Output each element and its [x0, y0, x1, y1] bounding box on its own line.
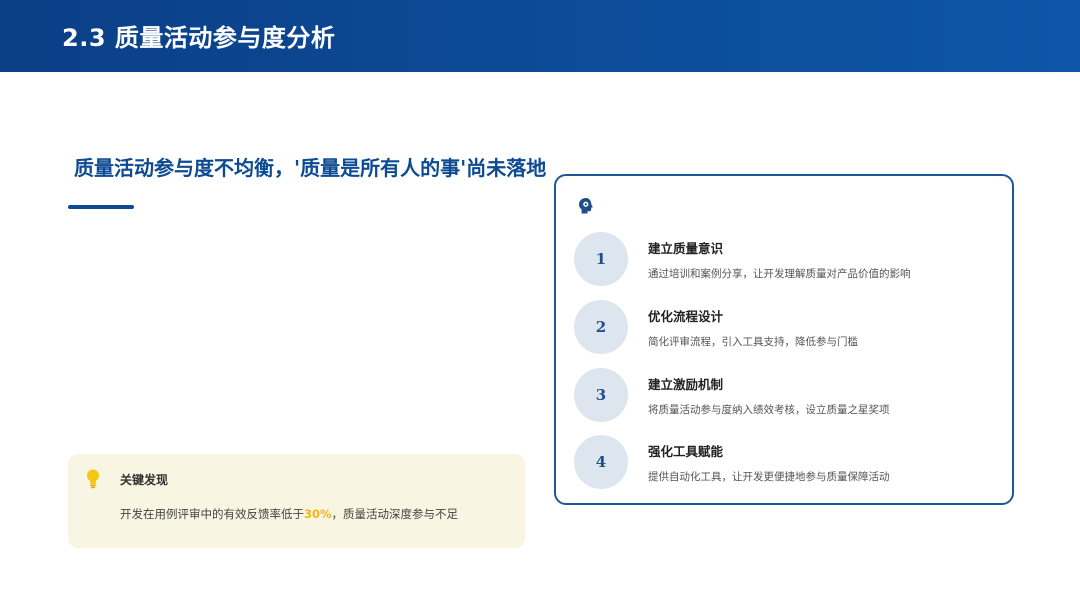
brain-gear-icon: [579, 198, 593, 214]
step-description: 简化评审流程，引入工具支持，降低参与门槛: [648, 336, 858, 348]
subtitle-underline: [68, 205, 134, 209]
step-description: 通过培训和案例分享，让开发理解质量对产品价值的影响: [648, 268, 911, 280]
finding-highlight-value: 30%: [304, 507, 332, 521]
key-finding-text: 开发在用例评审中的有效反馈率低于30%，质量活动深度参与不足: [120, 506, 458, 522]
step-number-badge: 1: [574, 232, 628, 286]
finding-text-after: ，质量活动深度参与不足: [331, 507, 459, 521]
key-finding-box: 关键发现 开发在用例评审中的有效反馈率低于30%，质量活动深度参与不足: [68, 454, 525, 548]
step-number-badge: 3: [574, 368, 628, 422]
step-item: 4 强化工具赋能 提供自动化工具，让开发更便捷地参与质量保障活动: [574, 435, 994, 491]
section-subtitle: 质量活动参与度不均衡，'质量是所有人的事'尚未落地: [74, 156, 547, 180]
step-title: 建立激励机制: [648, 377, 724, 392]
header-bar: 2.3 质量活动参与度分析: [0, 0, 1080, 72]
solution-card: 1 建立质量意识 通过培训和案例分享，让开发理解质量对产品价值的影响 2 优化流…: [554, 174, 1014, 505]
step-description: 将质量活动参与度纳入绩效考核，设立质量之星奖项: [648, 404, 890, 416]
step-title: 优化流程设计: [648, 309, 724, 324]
step-title: 强化工具赋能: [648, 444, 724, 459]
step-item: 2 优化流程设计 简化评审流程，引入工具支持，降低参与门槛: [574, 300, 994, 356]
page-title: 2.3 质量活动参与度分析: [62, 24, 336, 52]
finding-text-before: 开发在用例评审中的有效反馈率低于: [120, 507, 304, 521]
step-number-badge: 4: [574, 435, 628, 489]
step-item: 3 建立激励机制 将质量活动参与度纳入绩效考核，设立质量之星奖项: [574, 368, 994, 424]
step-title: 建立质量意识: [648, 241, 724, 256]
lightbulb-icon: [87, 469, 99, 489]
step-item: 1 建立质量意识 通过培训和案例分享，让开发理解质量对产品价值的影响: [574, 232, 994, 288]
key-finding-title: 关键发现: [120, 473, 169, 487]
step-number-badge: 2: [574, 300, 628, 354]
step-description: 提供自动化工具，让开发更便捷地参与质量保障活动: [648, 471, 890, 483]
